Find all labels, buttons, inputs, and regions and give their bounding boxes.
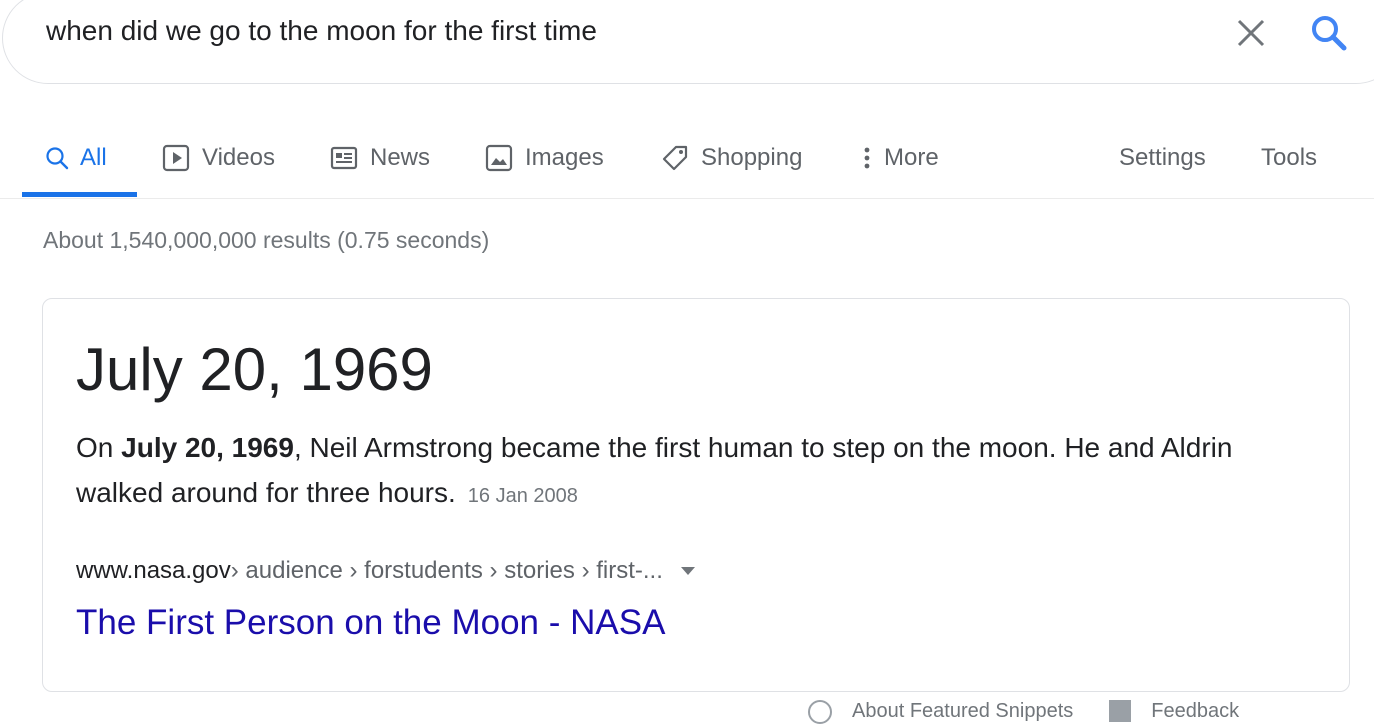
active-tab-indicator (22, 192, 137, 197)
more-vertical-icon (858, 144, 876, 172)
featured-snippet-card: July 20, 1969 On July 20, 1969, Neil Arm… (42, 298, 1350, 692)
tab-label: News (370, 144, 431, 171)
tab-images[interactable]: Images (485, 138, 604, 178)
settings-button[interactable]: Settings (1119, 138, 1206, 178)
snippet-footer: About Featured Snippets Feedback (808, 700, 1239, 724)
search-input[interactable]: when did we go to the moon for the first… (46, 15, 597, 47)
tab-shopping[interactable]: Shopping (661, 138, 802, 178)
about-featured-snippets-link[interactable]: About Featured Snippets (852, 700, 1073, 723)
feedback-icon (1109, 700, 1132, 722)
close-icon (1237, 19, 1265, 47)
search-box[interactable]: when did we go to the moon for the first… (2, 0, 1374, 84)
tab-label: More (884, 144, 939, 171)
search-icon (44, 144, 70, 172)
snippet-prefix: On (76, 432, 122, 463)
play-icon (162, 144, 190, 172)
help-icon (808, 700, 832, 724)
cite-domain: www.nasa.gov (76, 557, 231, 584)
search-tabs: All Videos News Images Shopping More Set… (0, 120, 1374, 199)
tab-label: Videos (202, 144, 275, 171)
tools-button[interactable]: Tools (1261, 138, 1317, 178)
tab-all[interactable]: All (44, 138, 107, 178)
tab-more[interactable]: More (858, 138, 939, 178)
result-stats: About 1,540,000,000 results (0.75 second… (43, 227, 490, 253)
tab-label: Images (525, 144, 604, 171)
search-button[interactable] (1309, 13, 1349, 53)
featured-answer: July 20, 1969 (76, 336, 433, 403)
result-url-breadcrumb: www.nasa.gov › audience › forstudents › … (76, 557, 695, 585)
snippet-date: 16 Jan 2008 (467, 485, 578, 507)
tab-videos[interactable]: Videos (162, 138, 275, 178)
tab-news[interactable]: News (330, 138, 430, 178)
newspaper-icon (330, 144, 358, 172)
snippet-text: On July 20, 1969, Neil Armstrong became … (76, 425, 1326, 519)
tab-label: All (80, 144, 107, 171)
feedback-link[interactable]: Feedback (1151, 700, 1239, 723)
result-title-link[interactable]: The First Person on the Moon - NASA (76, 603, 665, 643)
clear-search-button[interactable] (1235, 17, 1267, 49)
cite-path: › audience › forstudents › stories › fir… (230, 557, 663, 584)
image-icon (485, 144, 513, 172)
tab-label: Shopping (701, 144, 803, 171)
dropdown-arrow-icon[interactable] (680, 567, 695, 575)
tag-icon (661, 144, 689, 172)
search-icon (1312, 16, 1347, 51)
snippet-highlight: July 20, 1969 (121, 432, 294, 463)
